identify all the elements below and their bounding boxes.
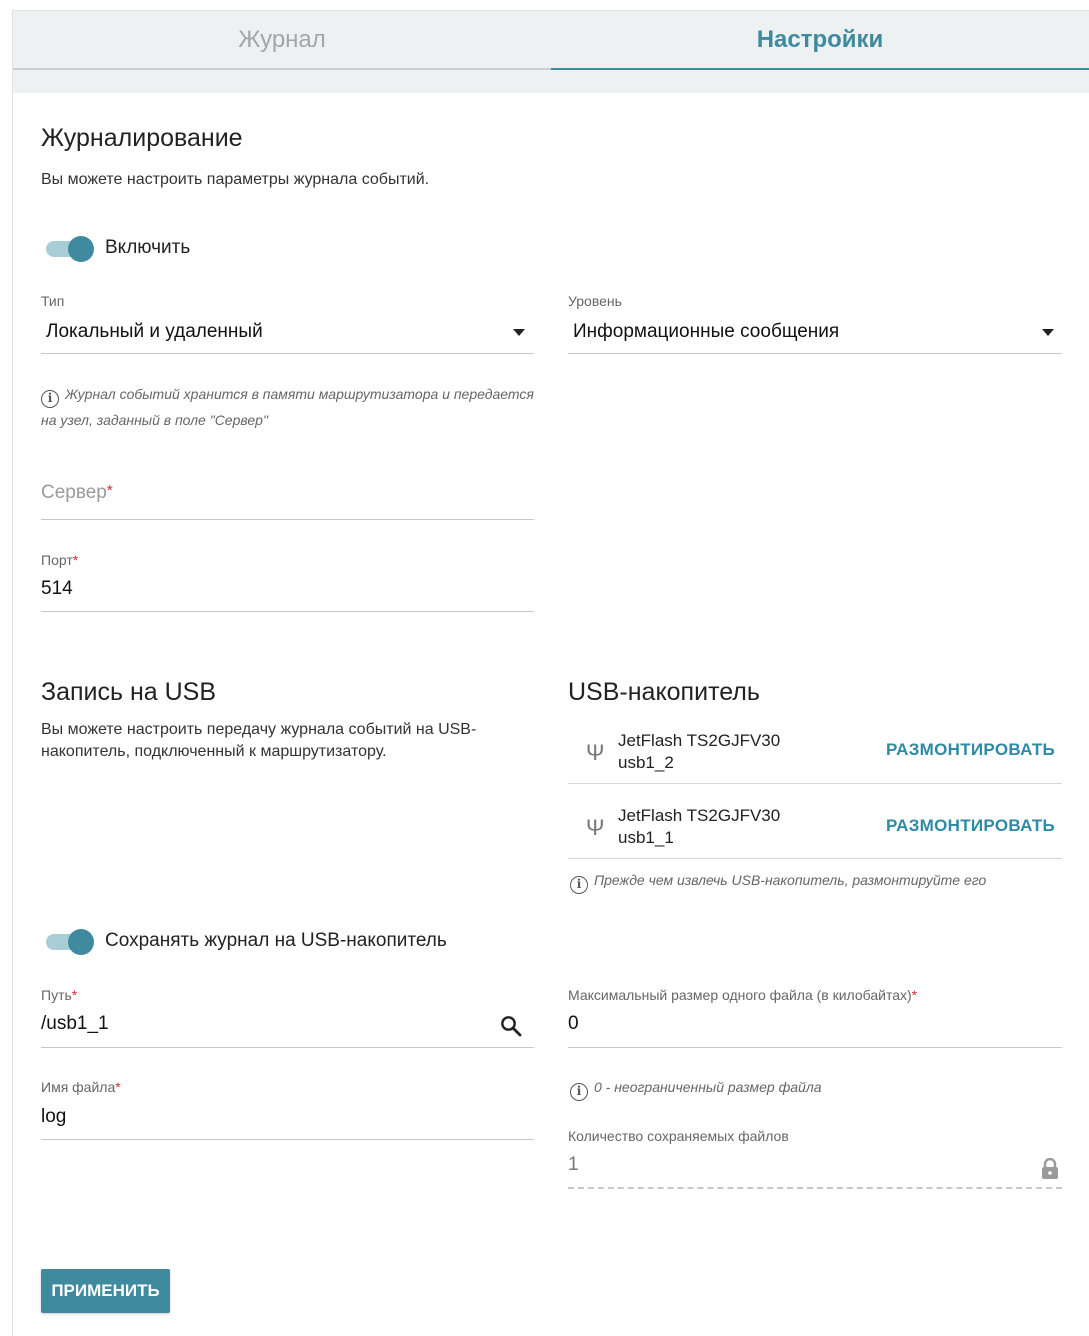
port-input[interactable]: 514 — [41, 578, 534, 600]
usb-write-description: Вы можете настроить передачу журнала соб… — [41, 719, 531, 763]
port-label: Порт* — [41, 552, 78, 568]
required-mark: * — [72, 552, 79, 568]
divider — [568, 783, 1062, 784]
usb-device-id: usb1_1 — [618, 828, 674, 847]
path-label: Путь* — [41, 987, 77, 1003]
path-underline — [41, 1047, 534, 1048]
max-size-underline — [568, 1047, 1062, 1048]
file-count-label: Количество сохраняемых файлов — [568, 1128, 789, 1144]
unmount-button[interactable]: РАЗМОНТИРОВАТЬ — [886, 740, 1055, 760]
required-mark: * — [71, 987, 78, 1003]
filename-label-text: Имя файла — [41, 1079, 116, 1095]
tab-journal-underline — [13, 68, 551, 70]
tab-settings[interactable]: Настройки — [551, 11, 1089, 69]
filename-label: Имя файла* — [41, 1079, 121, 1095]
filename-underline — [41, 1139, 534, 1140]
tab-bar: Журнал Настройки — [13, 11, 1089, 93]
level-select-underline — [568, 353, 1062, 354]
type-select-underline — [41, 353, 534, 354]
usb-storage-note-text: Прежде чем извлечь USB-накопитель, размо… — [594, 872, 987, 888]
logging-title: Журналирование — [41, 124, 243, 152]
tab-journal[interactable]: Журнал — [13, 11, 551, 69]
usb-icon: Ψ — [586, 740, 605, 765]
server-underline — [41, 519, 534, 520]
required-mark: * — [115, 1079, 121, 1095]
level-label: Уровень — [568, 293, 622, 309]
divider — [568, 858, 1062, 859]
type-label: Тип — [41, 293, 65, 309]
info-icon: i — [570, 876, 588, 894]
server-field[interactable]: Сервер* — [41, 482, 534, 520]
logging-note-line1: Журнал событий хранится в памяти маршрут… — [65, 386, 534, 402]
logging-note-line2: на узел, заданный в поле "Сервер" — [41, 412, 268, 428]
search-icon[interactable] — [500, 1015, 522, 1037]
level-select-value: Информационные сообщения — [573, 321, 840, 342]
usb-device-name: JetFlash TS2GJFV30 — [618, 806, 781, 825]
usb-device-item: Ψ JetFlash TS2GJFV30 usb1_2 РАЗМОНТИРОВА… — [568, 724, 1062, 784]
usb-storage-info-note: i Прежде чем извлечь USB-накопитель, разм… — [570, 868, 1070, 894]
unmount-button[interactable]: РАЗМОНТИРОВАТЬ — [886, 816, 1055, 836]
apply-button[interactable]: ПРИМЕНИТЬ — [41, 1269, 170, 1313]
type-select[interactable]: Локальный и удаленный — [41, 314, 534, 354]
max-size-label-text: Максимальный размер одного файла (в кило… — [568, 987, 912, 1003]
enable-logging-toggle[interactable] — [46, 236, 94, 262]
tab-settings-underline — [551, 68, 1089, 70]
usb-icon: Ψ — [586, 815, 605, 840]
usb-write-desc-line2: накопитель, подключенный к маршрутизатор… — [41, 743, 387, 760]
port-underline — [41, 611, 534, 612]
max-size-note-text: 0 - неограниченный размер файла — [594, 1079, 822, 1095]
info-icon: i — [570, 1083, 588, 1101]
usb-device-item: Ψ JetFlash TS2GJFV30 usb1_1 РАЗМОНТИРОВА… — [568, 799, 1062, 859]
toggle-knob — [68, 236, 94, 262]
type-select-value: Локальный и удаленный — [46, 321, 263, 342]
lock-icon — [1041, 1157, 1059, 1180]
save-to-usb-toggle[interactable] — [46, 929, 94, 955]
path-label-text: Путь — [41, 987, 72, 1003]
logging-description: Вы можете настроить параметры журнала со… — [41, 171, 430, 188]
server-placeholder: Сервер — [41, 482, 107, 503]
usb-device-id: usb1_2 — [618, 753, 674, 772]
max-size-info-note: i 0 - неограниченный размер файла — [570, 1075, 1070, 1101]
logging-info-note: i Журнал событий хранится в памяти маршру… — [41, 382, 541, 432]
toggle-knob — [68, 929, 94, 955]
chevron-down-icon — [1042, 329, 1054, 336]
page-frame — [12, 10, 1089, 1336]
enable-logging-label: Включить — [105, 237, 191, 258]
save-to-usb-label: Сохранять журнал на USB-накопитель — [105, 930, 447, 951]
filename-input[interactable]: log — [41, 1106, 534, 1128]
file-count-input: 1 — [568, 1154, 579, 1175]
usb-write-desc-line1: Вы можете настроить передачу журнала соб… — [41, 721, 477, 738]
port-label-text: Порт — [41, 552, 73, 568]
max-size-label: Максимальный размер одного файла (в кило… — [568, 987, 917, 1003]
required-mark: * — [911, 987, 918, 1003]
chevron-down-icon — [513, 329, 525, 336]
usb-write-title: Запись на USB — [41, 678, 217, 706]
path-input[interactable]: /usb1_1 — [41, 1013, 481, 1035]
max-size-input[interactable]: 0 — [568, 1013, 1062, 1035]
level-select[interactable]: Информационные сообщения — [568, 314, 1062, 354]
usb-device-name: JetFlash TS2GJFV30 — [618, 731, 781, 750]
required-mark: * — [106, 482, 113, 499]
info-icon: i — [41, 390, 59, 408]
file-count-underline — [568, 1187, 1062, 1189]
usb-storage-title: USB-накопитель — [568, 678, 760, 706]
